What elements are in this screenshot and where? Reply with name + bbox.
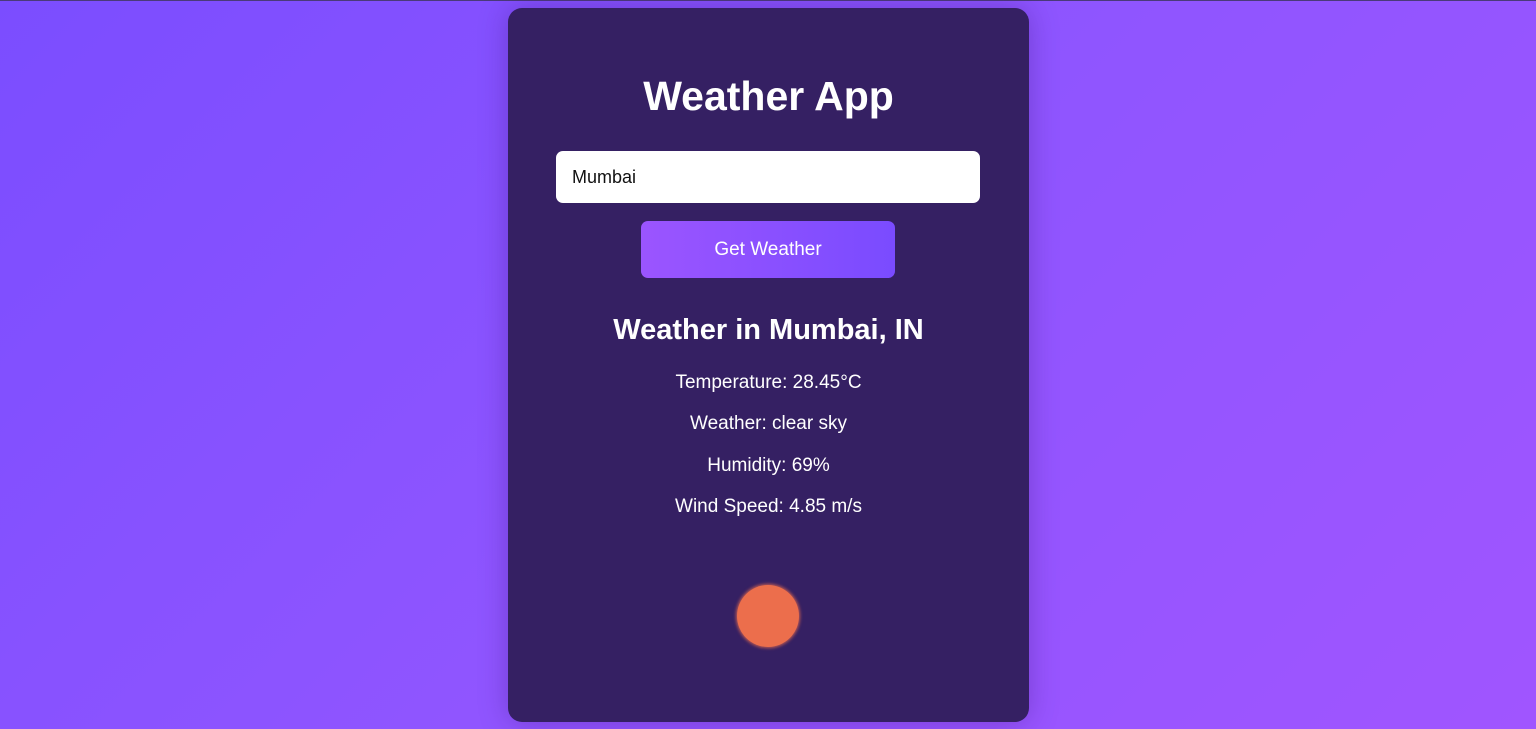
wind-speed-text: Wind Speed: 4.85 m/s <box>675 496 862 517</box>
result-heading: Weather in Mumbai, IN <box>613 314 924 346</box>
humidity-text: Humidity: 69% <box>707 455 830 476</box>
app-title: Weather App <box>643 73 894 119</box>
city-input[interactable] <box>556 151 980 203</box>
top-border <box>0 0 1536 1</box>
weather-card: Weather App Get Weather Weather in Mumba… <box>508 8 1029 722</box>
temperature-text: Temperature: 28.45°C <box>675 372 862 393</box>
weather-description-text: Weather: clear sky <box>690 413 847 434</box>
get-weather-button[interactable]: Get Weather <box>641 221 895 278</box>
sun-icon <box>737 585 799 647</box>
